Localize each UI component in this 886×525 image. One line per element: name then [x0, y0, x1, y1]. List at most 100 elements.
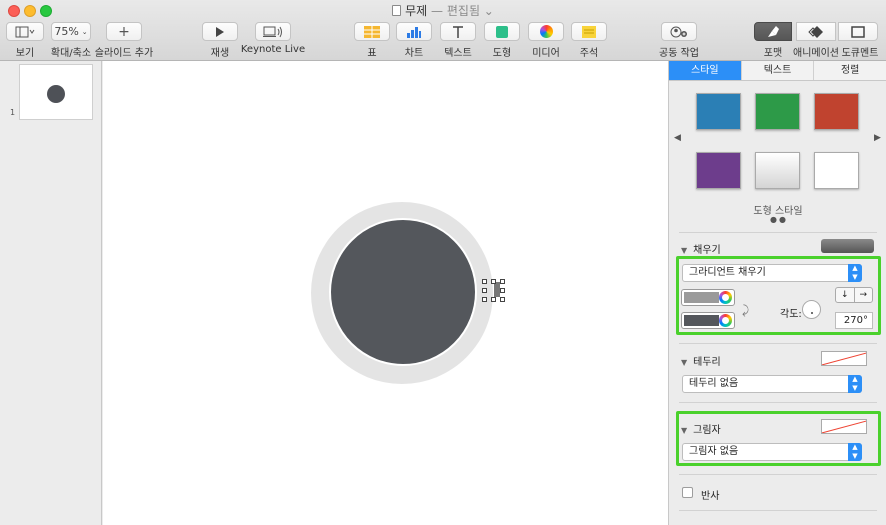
document-label: 도큐멘트	[841, 48, 879, 59]
disclosure-triangle-icon: ▼	[681, 246, 688, 255]
color-wheel-icon[interactable]	[719, 314, 732, 327]
toolbar: 무제 — 편집됨 ⌄ 보기 75% ⌄ 확대/축소 + 슬라이드 추가 재생 K…	[0, 0, 886, 61]
paintbrush-icon	[768, 25, 779, 37]
shape-style-gradient[interactable]	[755, 152, 800, 189]
collaborate-button[interactable]	[661, 22, 697, 41]
gradient-color-2[interactable]	[681, 312, 735, 329]
gradient-direction-buttons: ↓ →	[835, 287, 873, 303]
animate-label: 애니메이션	[793, 48, 839, 59]
shadow-section-title[interactable]: ▼ 그림자	[681, 421, 721, 436]
fill-section-title[interactable]: ▼ 채우기	[681, 241, 721, 256]
window-subtitle[interactable]: — 편집됨 ⌄	[431, 4, 494, 18]
format-button[interactable]	[754, 22, 792, 41]
inspector-tabs: 스타일 텍스트 정렬	[669, 61, 886, 81]
page-dots[interactable]: ●●	[770, 215, 788, 224]
resize-handle[interactable]	[500, 288, 505, 293]
color-wheel-icon[interactable]	[719, 291, 732, 304]
border-color-well[interactable]	[821, 351, 867, 366]
shadow-color-well[interactable]	[821, 419, 867, 434]
resize-handle[interactable]	[500, 279, 505, 284]
shape-icon	[496, 25, 508, 38]
format-inspector: 스타일 텍스트 정렬 ◀ ▶ 도형 스타일 ●● ▼ 채우기 그라디언트 채우기 …	[668, 61, 886, 525]
zoom-value: 75%	[54, 25, 79, 38]
comment-button[interactable]	[571, 22, 607, 41]
shadow-type-popup[interactable]: 그림자 없음 ▲ ▼	[682, 443, 862, 461]
animate-icon	[808, 25, 823, 38]
popup-chevrons-icon: ▲ ▼	[848, 443, 862, 461]
media-label: 미디어	[532, 48, 560, 59]
angle-field[interactable]: 270°	[835, 312, 873, 329]
disclosure-triangle-icon: ▼	[681, 426, 688, 435]
angle-wheel-dot	[811, 312, 813, 314]
tab-arrange[interactable]: 정렬	[814, 61, 886, 80]
keynote-window: 무제 — 편집됨 ⌄ 보기 75% ⌄ 확대/축소 + 슬라이드 추가 재생 K…	[0, 0, 886, 525]
zoom-popup[interactable]: 75% ⌄	[51, 22, 91, 41]
slide-canvas[interactable]	[103, 61, 668, 525]
table-label: 표	[367, 48, 377, 59]
fill-preview[interactable]	[821, 239, 874, 253]
shape-style-white[interactable]	[814, 152, 859, 189]
angle-label: 각도:	[780, 309, 802, 320]
resize-handle[interactable]	[482, 288, 487, 293]
resize-handle[interactable]	[491, 279, 496, 284]
slide-thumbnail[interactable]	[19, 64, 93, 120]
gradient-color-2-swatch	[684, 315, 719, 326]
circle-shape-inner[interactable]	[329, 218, 477, 366]
tab-style[interactable]: 스타일	[669, 61, 742, 80]
view-label: 보기	[15, 48, 35, 59]
divider	[679, 232, 877, 233]
media-button[interactable]	[528, 22, 564, 41]
shape-style-green[interactable]	[755, 93, 800, 130]
text-label: 텍스트	[444, 48, 472, 59]
slide-navigator: 1	[0, 61, 102, 525]
play-icon	[216, 26, 224, 37]
reflection-checkbox[interactable]	[682, 487, 693, 498]
zoom-label: 확대/축소	[50, 48, 92, 59]
shape-style-purple[interactable]	[696, 152, 741, 189]
tab-text[interactable]: 텍스트	[741, 61, 815, 80]
add-slide-button[interactable]: +	[106, 22, 142, 41]
swap-colors-icon[interactable]: ⤸	[742, 303, 749, 318]
divider	[679, 510, 877, 511]
divider	[679, 343, 877, 344]
angle-wheel[interactable]	[802, 300, 821, 319]
disclosure-triangle-icon: ▼	[681, 358, 688, 367]
plus-icon: +	[118, 23, 130, 40]
view-button[interactable]	[6, 22, 44, 41]
shape-label: 도형	[492, 48, 512, 59]
document-button[interactable]	[838, 22, 878, 41]
shape-button[interactable]	[484, 22, 520, 41]
add-slide-label: 슬라이드 추가	[94, 48, 154, 59]
resize-handle[interactable]	[482, 297, 487, 302]
resize-handle[interactable]	[491, 297, 496, 302]
arrow-right-icon[interactable]: →	[855, 288, 873, 302]
fill-type-popup[interactable]: 그라디언트 채우기 ▲ ▼	[682, 264, 862, 282]
format-label: 포맷	[763, 48, 783, 59]
keynote-live-button[interactable]	[255, 22, 291, 41]
table-icon	[364, 25, 380, 38]
border-type-popup[interactable]: 테두리 없음 ▲ ▼	[682, 375, 862, 393]
animate-button[interactable]	[796, 22, 836, 41]
arrow-down-icon[interactable]: ↓	[836, 288, 855, 302]
resize-handle[interactable]	[500, 297, 505, 302]
previous-styles-arrow[interactable]: ◀	[674, 133, 681, 143]
document-icon	[392, 5, 402, 16]
gradient-color-1-swatch	[684, 292, 719, 303]
border-section-title[interactable]: ▼ 테두리	[681, 353, 721, 368]
next-styles-arrow[interactable]: ▶	[874, 133, 881, 143]
resize-handle[interactable]	[482, 279, 487, 284]
shape-style-blue[interactable]	[696, 93, 741, 130]
document-inspector-icon	[851, 25, 865, 38]
chart-label: 차트	[404, 48, 424, 59]
photos-icon	[539, 25, 553, 38]
chart-button[interactable]	[396, 22, 432, 41]
popup-chevrons-icon: ▲ ▼	[848, 264, 862, 282]
shape-style-red[interactable]	[814, 93, 859, 130]
text-button[interactable]	[440, 22, 476, 41]
play-button[interactable]	[202, 22, 238, 41]
text-icon	[453, 25, 463, 38]
gradient-color-1[interactable]	[681, 289, 735, 306]
sidebar-view-icon	[15, 26, 35, 37]
popup-chevrons-icon: ▲ ▼	[848, 375, 862, 393]
table-button[interactable]	[354, 22, 390, 41]
